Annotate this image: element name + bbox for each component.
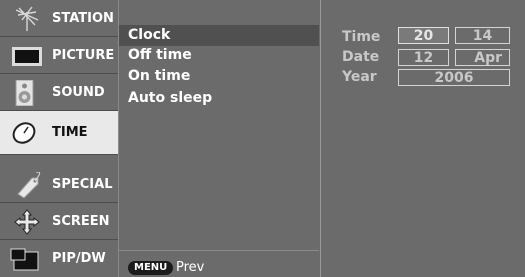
sidebar-item-time[interactable]: TIME <box>0 111 118 155</box>
sidebar-item-label: SOUND <box>52 85 105 100</box>
hour-field[interactable]: 20 <box>398 27 449 44</box>
submenu-footer: MENU Prev <box>119 250 319 277</box>
sidebar-item-label: TIME <box>52 125 88 140</box>
date-label: Date <box>342 49 380 65</box>
sidebar-item-label: PICTURE <box>52 48 115 63</box>
time-submenu: Clock Off time On time Auto sleep MENU P… <box>118 0 320 277</box>
sidebar-item-label: SPECIAL <box>52 177 113 192</box>
sidebar-item-label: SCREEN <box>52 214 110 229</box>
submenu-item-off-time[interactable]: Off time <box>119 45 319 66</box>
antenna-icon <box>15 6 39 31</box>
day-field[interactable]: 12 <box>398 49 449 66</box>
submenu-item-clock[interactable]: Clock <box>119 25 319 46</box>
sidebar-item-pip-dw[interactable]: PIP/DW <box>0 240 118 277</box>
time-menu-osd: STATION PICTURE SOUND TIME SPECIAL SCREE… <box>0 0 525 277</box>
submenu-item-on-time[interactable]: On time <box>119 66 319 87</box>
main-menu-sidebar: STATION PICTURE SOUND TIME SPECIAL SCREE… <box>0 0 118 277</box>
minute-field[interactable]: 14 <box>455 27 510 44</box>
menu-key-icon: MENU <box>128 261 174 275</box>
sidebar-item-sound[interactable]: SOUND <box>0 74 118 111</box>
move-arrows-icon <box>14 209 40 235</box>
sidebar-item-special[interactable]: SPECIAL <box>0 166 118 203</box>
prev-hint: Prev <box>176 260 205 275</box>
sidebar-item-picture[interactable]: PICTURE <box>0 37 118 74</box>
year-field[interactable]: 2006 <box>398 69 510 86</box>
sidebar-item-label: STATION <box>52 11 114 26</box>
sidebar-item-screen[interactable]: SCREEN <box>0 203 118 240</box>
month-field[interactable]: Apr <box>455 49 510 66</box>
clock-settings-panel: Time 20 14 Date 12 Apr Year 2006 <box>320 0 525 277</box>
year-label: Year <box>342 69 377 85</box>
clock-icon <box>12 122 36 144</box>
submenu-item-auto-sleep[interactable]: Auto sleep <box>119 88 319 109</box>
sidebar-item-station[interactable]: STATION <box>0 0 118 37</box>
pip-icon <box>10 248 39 271</box>
sidebar-item-label: PIP/DW <box>52 251 106 266</box>
speaker-icon <box>15 80 34 106</box>
tag-icon <box>17 172 41 198</box>
picture-icon <box>12 47 42 66</box>
time-label: Time <box>342 29 381 45</box>
